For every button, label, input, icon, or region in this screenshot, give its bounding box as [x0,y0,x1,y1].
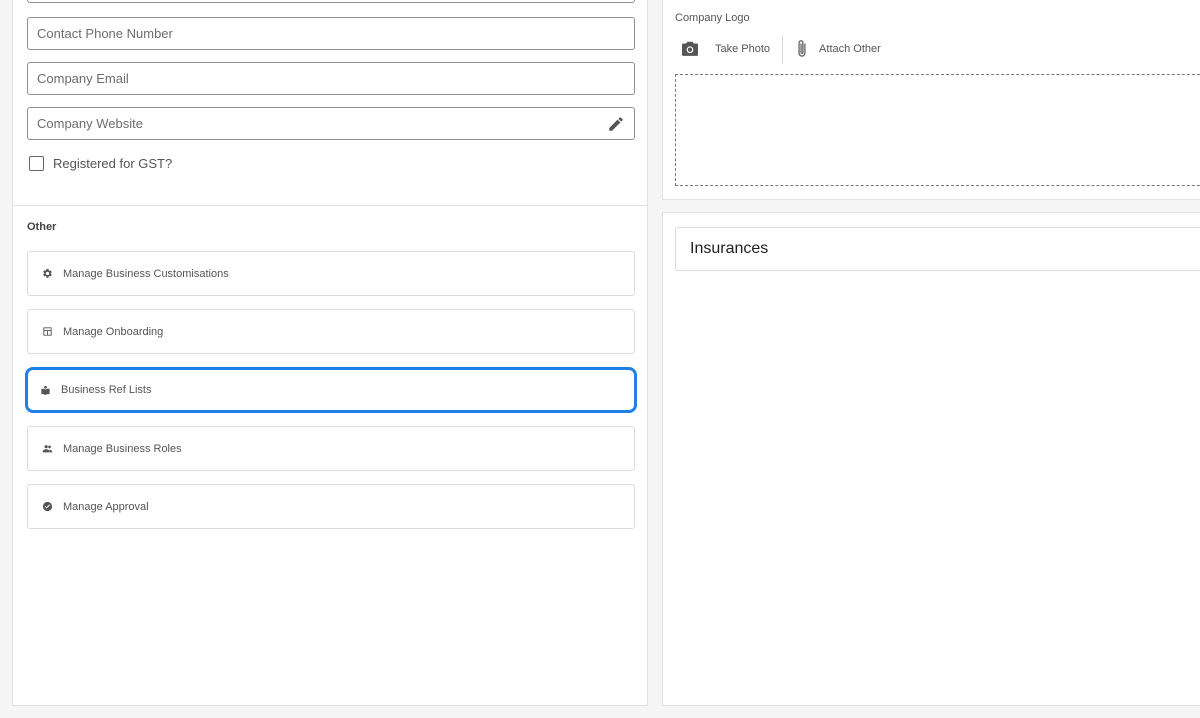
gst-checkbox[interactable] [29,156,44,171]
menu-item-label: Manage Onboarding [63,325,164,338]
insurances-title: Insurances [690,240,769,257]
insurances-panel: Insurances [662,212,1200,706]
menu-item-label: Manage Business Roles [63,442,182,455]
attach-other-button[interactable]: Attach Other [783,35,893,63]
previous-field[interactable] [27,0,635,3]
gst-label: Registered for GST? [53,156,173,171]
verified-icon [42,501,53,512]
take-photo-button[interactable]: Take Photo [675,35,782,63]
paperclip-icon [798,40,806,57]
company-website-field[interactable]: Company Website [27,107,635,140]
people-icon [42,445,53,453]
insurances-header[interactable]: Insurances [675,227,1200,271]
gst-checkbox-row[interactable]: Registered for GST? [29,156,172,171]
contact-phone-field[interactable]: Contact Phone Number [27,17,635,50]
camera-icon [682,41,698,56]
business-ref-lists-button[interactable]: Business Ref Lists [25,367,637,413]
company-logo-label: Company Logo [675,12,750,24]
company-logo-panel: Company Logo Take Photo Attach Other [662,0,1200,200]
logo-actions: Take Photo Attach Other [675,35,893,63]
menu-item-label: Manage Business Customisations [63,267,229,280]
menu-item-label: Business Ref Lists [61,384,152,396]
pencil-icon[interactable] [607,115,625,133]
company-email-field[interactable]: Company Email [27,62,635,95]
section-divider [13,205,647,206]
attach-other-label: Attach Other [819,43,881,55]
table-icon [43,327,52,336]
logo-dropzone[interactable] [675,74,1200,186]
manage-approval-button[interactable]: Manage Approval [27,484,635,529]
company-website-placeholder: Company Website [37,116,143,131]
reading-icon [41,385,50,395]
contact-phone-placeholder: Contact Phone Number [37,26,173,41]
business-details-panel: Contact Phone Number Company Email Compa… [12,0,648,706]
manage-business-customisations-button[interactable]: Manage Business Customisations [27,251,635,296]
gear-icon [43,268,52,278]
menu-item-label: Manage Approval [63,500,149,513]
company-email-placeholder: Company Email [37,71,129,86]
manage-business-roles-button[interactable]: Manage Business Roles [27,426,635,471]
other-section-title: Other [27,221,57,233]
take-photo-label: Take Photo [715,43,771,55]
manage-onboarding-button[interactable]: Manage Onboarding [27,309,635,354]
